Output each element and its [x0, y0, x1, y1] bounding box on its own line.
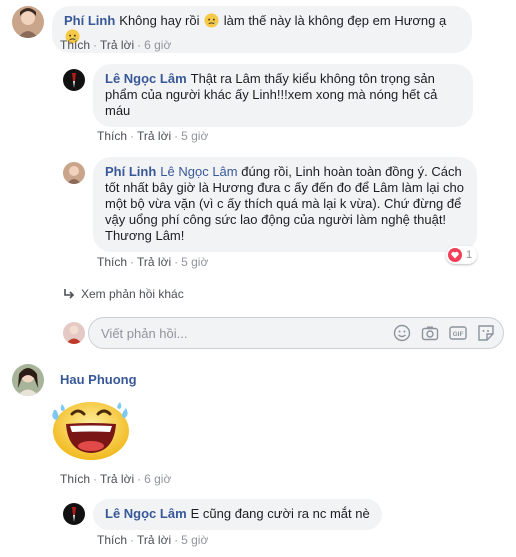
mention-link[interactable]: Lê Ngọc Lâm — [160, 164, 237, 179]
view-more-replies-label: Xem phản hồi khác — [81, 287, 184, 301]
like-link[interactable]: Thích — [97, 255, 127, 269]
reply-link[interactable]: Trả lời — [137, 255, 171, 269]
comment-actions: Thích · Trả lời · 5 giờ — [97, 129, 209, 143]
reply-input[interactable] — [101, 325, 383, 341]
comment-author[interactable]: Lê Ngọc Lâm — [105, 71, 187, 86]
camera-icon[interactable] — [421, 324, 439, 342]
avatar[interactable] — [63, 69, 85, 91]
comment-actions: Thích · Trả lời · 5 giờ — [97, 255, 209, 269]
reply-3: Lê Ngọc Lâm E cũng đang cười ra nc mắt nè — [63, 499, 382, 530]
avatar[interactable] — [12, 364, 44, 396]
comment-bubble: Phí Linh Lê Ngọc Lâm đúng rồi, Linh hoàn … — [93, 157, 477, 252]
avatar[interactable] — [63, 503, 85, 525]
view-more-replies[interactable]: Xem phản hồi khác — [63, 287, 184, 301]
comment-bubble: Lê Ngọc Lâm E cũng đang cười ra nc mắt nè — [93, 499, 382, 530]
heart-icon — [448, 248, 462, 262]
reply-composer: GIF — [88, 317, 504, 349]
comment-text: đúng rồi, Linh hoàn toàn đồng ý. Cách tố… — [105, 164, 464, 243]
comment-actions: Thích · Trả lời · 5 giờ — [97, 533, 209, 547]
reply-link[interactable]: Trả lời — [100, 38, 134, 52]
timestamp[interactable]: 6 giờ — [144, 38, 171, 52]
reaction-badge[interactable]: 1 — [446, 246, 478, 264]
reply-1: Lê Ngọc Lâm Thật ra Lâm thấy kiểu không t… — [63, 64, 473, 127]
timestamp[interactable]: 5 giờ — [181, 255, 208, 269]
comment-author[interactable]: Hau Phuong — [60, 372, 137, 387]
comment-actions: Thích · Trả lời · 6 giờ — [60, 472, 172, 486]
reply-arrow-icon — [64, 289, 75, 299]
svg-text:GIF: GIF — [453, 331, 464, 338]
comment-author[interactable]: Phí Linh — [64, 13, 115, 28]
like-link[interactable]: Thích — [97, 533, 127, 547]
like-link[interactable]: Thích — [60, 38, 90, 52]
avatar[interactable] — [63, 162, 85, 184]
sad-emoji-icon — [204, 13, 219, 28]
like-link[interactable]: Thích — [60, 472, 90, 486]
gif-icon[interactable]: GIF — [449, 324, 467, 342]
emoji-icon[interactable] — [393, 324, 411, 342]
comment-text: Không hay rồi — [119, 13, 200, 28]
timestamp[interactable]: 6 giờ — [144, 472, 171, 486]
reply-link[interactable]: Trả lời — [137, 533, 171, 547]
reaction-count: 1 — [466, 249, 473, 261]
reply-link[interactable]: Trả lời — [137, 129, 171, 143]
comment-bubble: Lê Ngọc Lâm Thật ra Lâm thấy kiểu không t… — [93, 64, 473, 127]
laughing-tears-emoji-icon — [52, 402, 129, 460]
comment-text: làm thế này là không đẹp em Hương ạ — [223, 13, 447, 28]
sticker-icon[interactable] — [477, 324, 495, 342]
comment-actions: Thích · Trả lời · 6 giờ — [60, 38, 172, 52]
avatar[interactable] — [12, 6, 44, 38]
timestamp[interactable]: 5 giờ — [181, 129, 208, 143]
timestamp[interactable]: 5 giờ — [181, 533, 208, 547]
current-user-avatar — [63, 322, 85, 344]
comment-author[interactable]: Phí Linh — [105, 164, 156, 179]
reply-link[interactable]: Trả lời — [100, 472, 134, 486]
like-link[interactable]: Thích — [97, 129, 127, 143]
comment-author[interactable]: Lê Ngọc Lâm — [105, 506, 187, 521]
reply-2: Phí Linh Lê Ngọc Lâm đúng rồi, Linh hoàn … — [63, 157, 477, 252]
comment-text: E cũng đang cười ra nc mắt nè — [190, 506, 370, 521]
